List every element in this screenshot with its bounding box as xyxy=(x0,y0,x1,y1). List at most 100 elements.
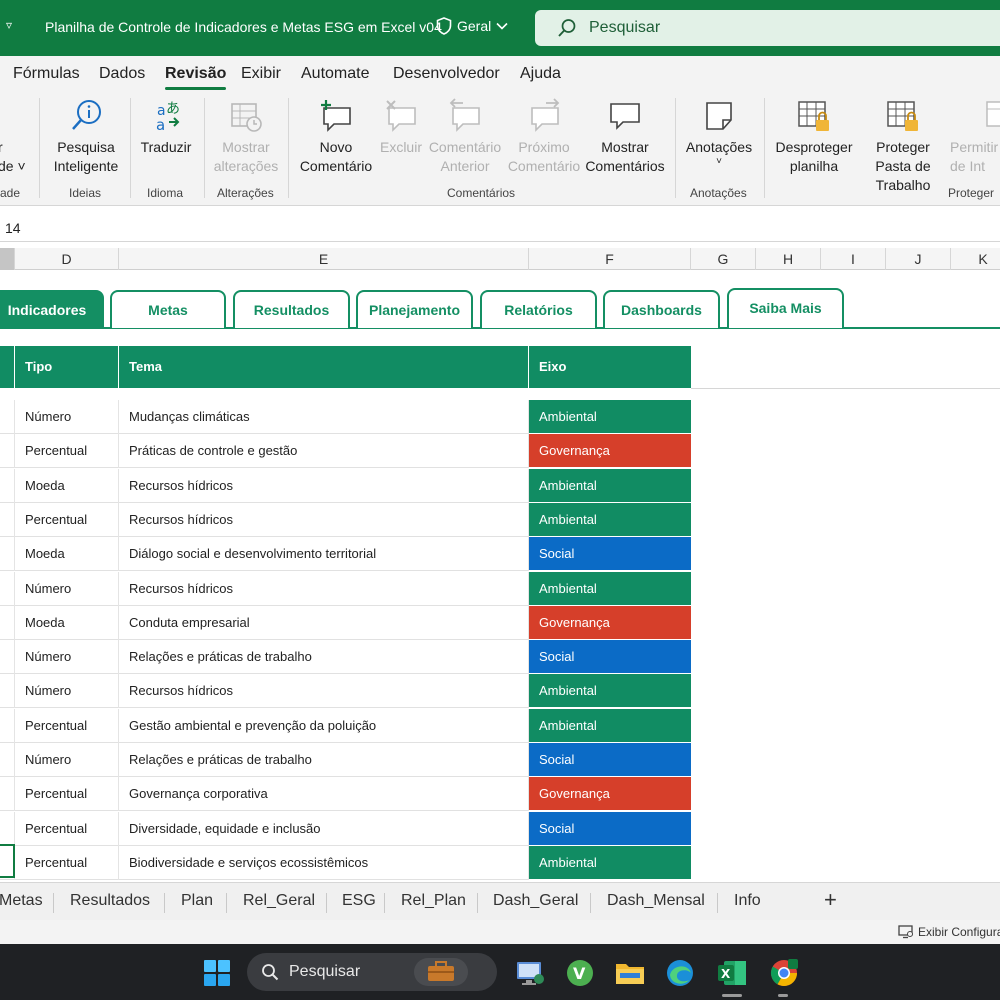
column-header-f[interactable]: F xyxy=(529,248,691,270)
column-header-selected[interactable] xyxy=(0,248,15,270)
nav-tab-resultados[interactable]: Resultados xyxy=(233,290,350,328)
sheet-tab-plan[interactable]: Plan xyxy=(181,892,213,910)
row-cell-c[interactable] xyxy=(0,571,15,606)
row-cell-c[interactable] xyxy=(0,640,15,675)
row-cell-tema[interactable]: Conduta empresarial xyxy=(119,605,529,640)
row-cell-tipo[interactable]: Número xyxy=(15,640,119,675)
sheet-tab-rel-geral[interactable]: Rel_Geral xyxy=(243,892,315,910)
next-comment-button[interactable]: Próximo Comentário xyxy=(506,98,582,176)
row-cell-tema[interactable]: Práticas de controle e gestão xyxy=(119,434,529,469)
edge-icon[interactable] xyxy=(664,957,696,989)
row-cell-c[interactable] xyxy=(0,674,15,709)
start-icon[interactable] xyxy=(203,959,231,987)
sheet-tab-resultados[interactable]: Resultados xyxy=(70,892,150,910)
row-cell-tema[interactable]: Gestão ambiental e prevenção da poluição xyxy=(119,708,529,743)
row-cell-eixo[interactable]: Governança xyxy=(529,434,691,469)
row-cell-eixo[interactable]: Social xyxy=(529,743,691,777)
column-header-i[interactable]: I xyxy=(821,248,886,270)
unprotect-sheet-button[interactable]: Desproteger planilha xyxy=(772,98,856,176)
row-cell-c[interactable] xyxy=(0,537,15,572)
column-header-h[interactable]: H xyxy=(756,248,821,270)
table-row[interactable]: Moeda Diálogo social e desenvolvimento te… xyxy=(0,537,691,572)
column-header-d[interactable]: D xyxy=(15,248,119,270)
row-cell-eixo[interactable]: Ambiental xyxy=(529,468,691,503)
sheet-tab-dash-geral[interactable]: Dash_Geral xyxy=(493,892,578,910)
row-cell-c[interactable] xyxy=(0,434,15,469)
search-box[interactable]: Pesquisar xyxy=(535,10,1000,46)
row-cell-tema[interactable]: Diversidade, equidade e inclusão xyxy=(119,811,529,846)
row-cell-eixo[interactable]: Ambiental xyxy=(529,400,691,434)
table-row[interactable]: Número Relações e práticas de trabalho Soc… xyxy=(0,743,691,777)
row-cell-tema[interactable]: Governança corporativa xyxy=(119,777,529,812)
column-header-j[interactable]: J xyxy=(886,248,951,270)
excel-icon[interactable]: X xyxy=(716,957,748,989)
row-cell-tema[interactable]: Mudanças climáticas xyxy=(119,400,529,434)
row-cell-tipo[interactable]: Número xyxy=(15,571,119,606)
quick-access-dropdown-icon[interactable]: ▿ xyxy=(6,18,12,32)
row-cell-c[interactable] xyxy=(0,468,15,503)
table-row[interactable]: Percentual Governança corporativa Governan… xyxy=(0,777,691,812)
row-cell-tema[interactable]: Relações e práticas de trabalho xyxy=(119,640,529,675)
column-header-e[interactable]: E xyxy=(119,248,529,270)
nav-tab-dashboards[interactable]: Dashboards xyxy=(603,290,720,328)
row-cell-tipo[interactable]: Número xyxy=(15,743,119,777)
row-cell-tema[interactable]: Recursos hídricos xyxy=(119,502,529,537)
row-cell-eixo[interactable]: Social xyxy=(529,640,691,675)
table-row[interactable]: Percentual Práticas de controle e gestão G… xyxy=(0,434,691,469)
sheet-tab-dash-mensal[interactable]: Dash_Mensal xyxy=(607,892,705,910)
row-cell-tema[interactable]: Relações e práticas de trabalho xyxy=(119,743,529,777)
remote-desktop-icon[interactable] xyxy=(514,957,546,989)
row-cell-c[interactable] xyxy=(0,605,15,640)
row-cell-c[interactable] xyxy=(0,777,15,812)
table-row[interactable]: Percentual Gestão ambiental e prevenção d… xyxy=(0,708,691,743)
file-explorer-icon[interactable] xyxy=(614,957,646,989)
tab-automate[interactable]: Automate xyxy=(301,65,369,83)
row-cell-eixo[interactable]: Governança xyxy=(529,605,691,640)
sheet-tab-metas[interactable]: Metas xyxy=(0,892,43,910)
tab-exibir[interactable]: Exibir xyxy=(241,65,281,83)
row-cell-tipo[interactable]: Número xyxy=(15,400,119,434)
row-cell-eixo[interactable]: Ambiental xyxy=(529,845,691,880)
row-cell-tipo[interactable]: Percentual xyxy=(15,502,119,537)
new-comment-button[interactable]: Novo Comentário xyxy=(296,98,376,176)
row-cell-tipo[interactable]: Número xyxy=(15,674,119,709)
row-cell-c[interactable] xyxy=(0,743,15,777)
nav-tab-metas[interactable]: Metas xyxy=(110,290,226,328)
tab-revisao[interactable]: Revisão xyxy=(165,65,227,90)
display-settings-button[interactable]: Exibir Configura xyxy=(898,925,1000,939)
nav-tab-relatorios[interactable]: Relatórios xyxy=(480,290,597,328)
row-cell-c[interactable] xyxy=(0,811,15,846)
row-cell-tipo[interactable]: Percentual xyxy=(15,845,119,880)
sheet-tab-info[interactable]: Info xyxy=(734,892,761,910)
allow-edit-ranges-button[interactable]: Permitir de Int xyxy=(950,98,1000,176)
sensitivity-label-button[interactable]: Geral xyxy=(436,17,508,35)
row-cell-tipo[interactable]: Percentual xyxy=(15,434,119,469)
add-sheet-icon[interactable]: + xyxy=(824,887,837,913)
row-cell-tema[interactable]: Recursos hídricos xyxy=(119,571,529,606)
table-row[interactable]: Percentual Recursos hídricos Ambiental xyxy=(0,502,691,537)
table-row[interactable]: Número Recursos hídricos Ambiental xyxy=(0,674,691,709)
row-cell-tipo[interactable]: Percentual xyxy=(15,777,119,812)
row-cell-eixo[interactable]: Social xyxy=(529,811,691,846)
show-comments-button[interactable]: Mostrar Comentários xyxy=(584,98,666,176)
row-cell-c[interactable] xyxy=(0,708,15,743)
column-header-k[interactable]: K xyxy=(951,248,1000,270)
table-row[interactable]: Número Mudanças climáticas Ambiental xyxy=(0,400,691,434)
notes-button[interactable]: Anotações ˅ xyxy=(684,98,754,167)
row-cell-tipo[interactable]: Moeda xyxy=(15,605,119,640)
show-changes-button[interactable]: Mostrar alterações xyxy=(210,98,282,176)
row-cell-eixo[interactable]: Ambiental xyxy=(529,674,691,709)
tab-desenvolvedor[interactable]: Desenvolvedor xyxy=(393,65,500,83)
row-cell-tema[interactable]: Diálogo social e desenvolvimento territo… xyxy=(119,537,529,572)
sheet-tab-esg[interactable]: ESG xyxy=(342,892,376,910)
row-cell-tema[interactable]: Biodiversidade e serviços ecossistêmicos xyxy=(119,845,529,880)
tab-ajuda[interactable]: Ajuda xyxy=(520,65,561,83)
row-cell-c[interactable] xyxy=(0,400,15,434)
delete-comment-button[interactable]: Excluir xyxy=(378,98,424,157)
taskbar-search[interactable]: Pesquisar xyxy=(247,953,497,991)
partial-left-button[interactable]: r de ˅ xyxy=(0,138,26,176)
row-cell-eixo[interactable]: Social xyxy=(529,537,691,572)
protect-workbook-button[interactable]: Proteger Pasta de Trabalho xyxy=(858,98,948,195)
tab-dados[interactable]: Dados xyxy=(99,65,145,83)
table-row[interactable]: Percentual Biodiversidade e serviços ecos… xyxy=(0,845,691,880)
